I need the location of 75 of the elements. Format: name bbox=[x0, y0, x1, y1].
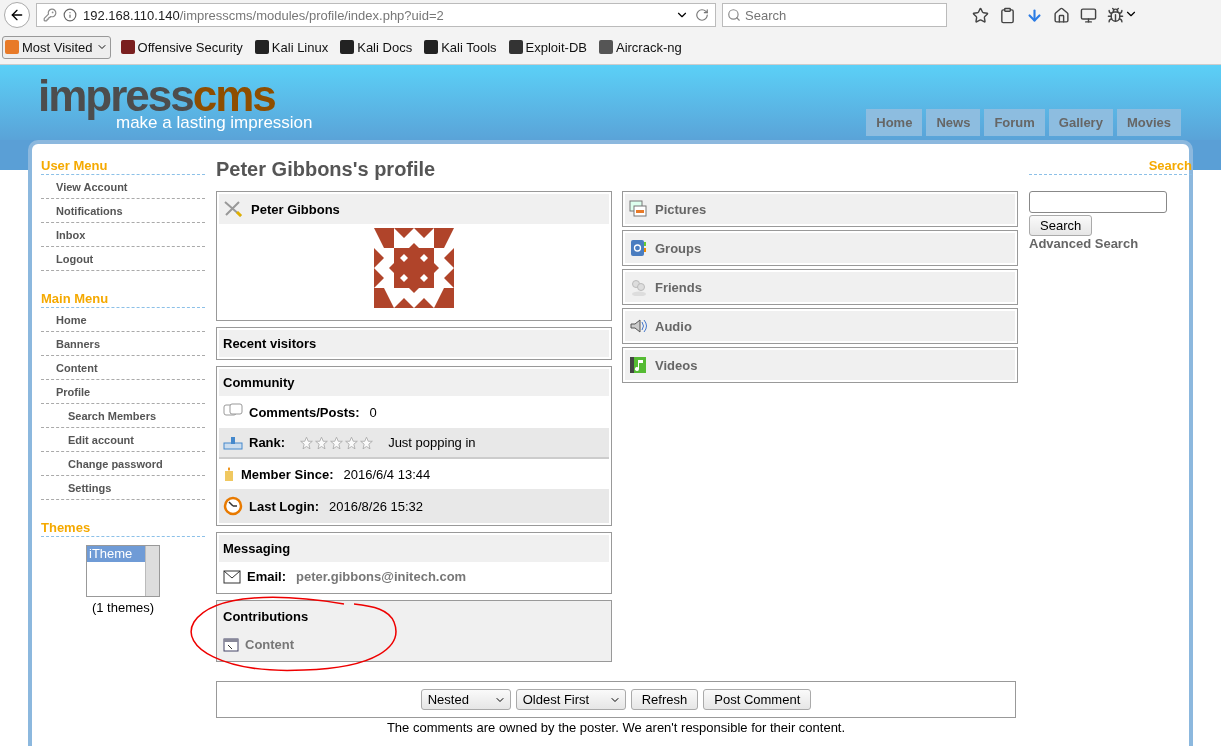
bookmark-link[interactable]: Kali Linux bbox=[252, 36, 331, 58]
menu-link[interactable]: Content bbox=[41, 356, 205, 380]
browser-search-field[interactable]: Search bbox=[722, 3, 947, 27]
pictures-icon bbox=[629, 200, 647, 218]
key-icon bbox=[43, 8, 57, 22]
tools-icon bbox=[223, 200, 243, 218]
block-title: User Menu bbox=[41, 158, 205, 175]
section-panel[interactable]: Groups bbox=[622, 230, 1018, 266]
theme-count: (1 themes) bbox=[90, 600, 156, 615]
block-title: Search bbox=[1029, 158, 1192, 175]
field-value: Just popping in bbox=[388, 435, 476, 450]
url-text: 192.168.110.140/impresscms/modules/profile/index.php?uid=2 bbox=[83, 7, 445, 23]
site-logo: impresscms make a lasting impression bbox=[38, 74, 313, 131]
field-value: 2016/6/4 13:44 bbox=[343, 466, 431, 482]
bookmark-link[interactable]: Aircrack-ng bbox=[596, 36, 684, 58]
search-button[interactable]: Search bbox=[1029, 215, 1093, 236]
reload-icon[interactable] bbox=[695, 8, 709, 22]
menu-link[interactable]: Edit account bbox=[41, 428, 205, 452]
section-panel[interactable]: Videos bbox=[622, 347, 1018, 383]
speaker-icon bbox=[629, 317, 647, 335]
back-button[interactable] bbox=[4, 2, 30, 28]
address-book-icon bbox=[629, 239, 647, 257]
bookmark-link[interactable]: Kali Tools bbox=[422, 36, 499, 58]
comment-button[interactable]: Post Comment bbox=[703, 689, 812, 710]
search-field[interactable] bbox=[1029, 191, 1167, 213]
menu-link[interactable]: Profile bbox=[41, 380, 205, 404]
scrollbar bbox=[145, 546, 159, 596]
bookmark-link[interactable]: Offensive Security bbox=[118, 36, 245, 58]
bug-icon bbox=[1107, 6, 1124, 24]
envelope-icon bbox=[223, 569, 241, 584]
bookmark-link[interactable]: Kali Docs bbox=[338, 36, 415, 58]
email-link[interactable]: peter.gibbons@initech.com bbox=[296, 569, 467, 584]
field-label: Rank: bbox=[249, 435, 286, 450]
section-title: Community bbox=[223, 375, 295, 390]
comment-button[interactable]: Refresh bbox=[630, 689, 699, 710]
menu-link[interactable]: Inbox bbox=[41, 223, 205, 247]
menu-link[interactable]: View Account bbox=[41, 175, 205, 199]
field-label: Email: bbox=[247, 569, 286, 584]
advanced-search-link[interactable]: Advanced Search bbox=[1029, 236, 1139, 251]
field-value: 0 bbox=[369, 404, 377, 420]
user-name: Peter Gibbons bbox=[251, 201, 340, 217]
section-title: Recent visitors bbox=[223, 336, 317, 351]
menu-link[interactable]: Home bbox=[41, 308, 205, 332]
field-label: Last Login: bbox=[249, 498, 320, 514]
candle-icon bbox=[223, 466, 235, 482]
comments-notice: The comments are owned by the poster. We aren't responsible for their content. bbox=[385, 720, 847, 735]
clock-icon bbox=[223, 496, 243, 516]
block-title: Themes bbox=[41, 520, 205, 537]
page-title: Peter Gibbons's profile bbox=[216, 158, 437, 181]
bookmarks-menu[interactable]: Most Visited bbox=[2, 35, 111, 59]
menu-link[interactable]: Banners bbox=[41, 332, 205, 356]
order-select[interactable]: Oldest First bbox=[515, 689, 626, 710]
info-icon bbox=[63, 8, 77, 22]
bookmark-link[interactable]: Exploit-DB bbox=[506, 36, 589, 58]
menu-link[interactable]: Settings bbox=[41, 476, 205, 500]
content-link[interactable]: Content bbox=[245, 637, 295, 652]
film-music-icon bbox=[629, 356, 647, 374]
mode-select[interactable]: Nested bbox=[420, 689, 511, 710]
section-panel[interactable]: Pictures bbox=[622, 191, 1018, 227]
address-bar[interactable]: 192.168.110.140/impresscms/modules/profile/index.php?uid=2 bbox=[36, 3, 716, 27]
section-panel[interactable]: Friends bbox=[622, 269, 1018, 305]
section-title: Contributions bbox=[223, 609, 309, 624]
field-value: 2016/8/26 15:32 bbox=[329, 498, 424, 514]
podium-icon bbox=[223, 435, 243, 450]
section-title: Messaging bbox=[223, 541, 291, 556]
people-icon bbox=[629, 278, 647, 296]
menu-link[interactable]: Logout bbox=[41, 247, 205, 271]
field-label: Member Since: bbox=[241, 466, 334, 482]
field-label: Comments/Posts: bbox=[249, 404, 360, 420]
menu-link[interactable]: Notifications bbox=[41, 199, 205, 223]
menu-link[interactable]: Search Members bbox=[41, 404, 205, 428]
block-title: Main Menu bbox=[41, 291, 205, 308]
menu-link[interactable]: Change password bbox=[41, 452, 205, 476]
section-panel[interactable]: Audio bbox=[622, 308, 1018, 344]
window-icon bbox=[223, 637, 239, 652]
